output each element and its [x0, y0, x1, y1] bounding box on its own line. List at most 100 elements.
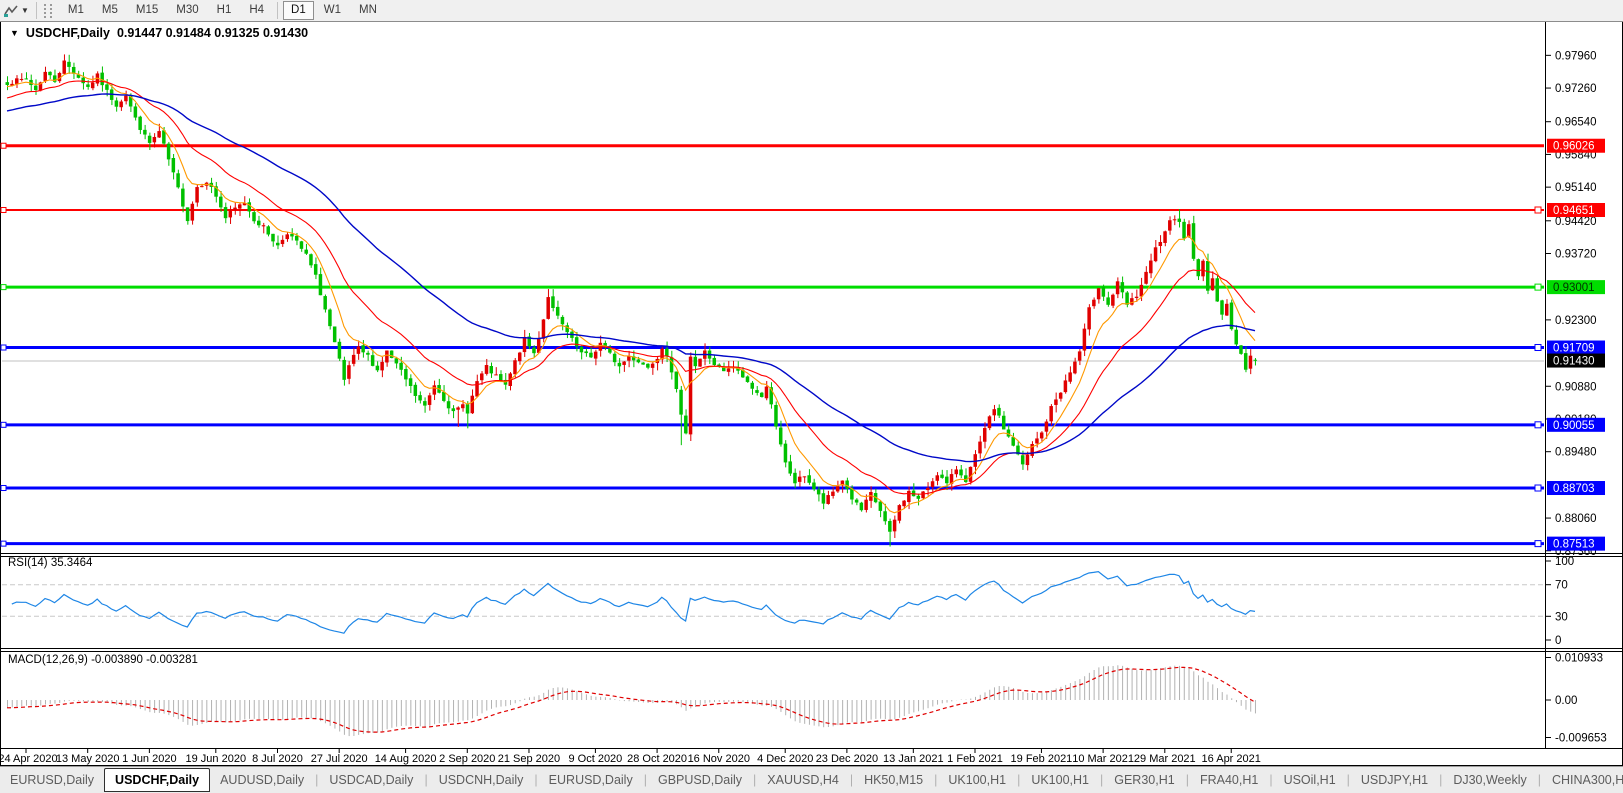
timeframe-button-w1[interactable]: W1 — [316, 1, 349, 20]
tab-gbpusd-daily[interactable]: GBPUSD,Daily — [648, 768, 752, 792]
timeframe-button-mn[interactable]: MN — [351, 1, 385, 20]
tab-ger30-h1[interactable]: GER30,H1 — [1104, 768, 1184, 792]
line-handle-left[interactable] — [1, 422, 6, 427]
rsi-tick-30: 30 — [1555, 611, 1568, 623]
svg-text:0.88703: 0.88703 — [1553, 483, 1595, 495]
date-label: 9 Oct 2020 — [568, 753, 622, 765]
date-label: 1 Feb 2021 — [947, 753, 1003, 765]
tab-hk50-m15[interactable]: HK50,M15 — [854, 768, 933, 792]
timeframe-button-d1[interactable]: D1 — [283, 1, 314, 20]
chart-title: ▼ USDCHF,Daily 0.91447 0.91484 0.91325 0… — [10, 26, 308, 40]
chevron-down-icon[interactable]: ▼ — [21, 6, 29, 15]
tab-audusd-daily[interactable]: AUDUSD,Daily — [210, 768, 314, 792]
price-tick-0.95140: 0.95140 — [1555, 182, 1597, 194]
rsi-indicator-label: RSI(14) 35.3464 — [8, 557, 92, 569]
rsi-tick-100: 100 — [1555, 556, 1574, 568]
macd-tick-0.010933: 0.010933 — [1555, 653, 1603, 665]
price-tick-0.97260: 0.97260 — [1555, 83, 1597, 95]
tab-fra40-h1[interactable]: FRA40,H1 — [1190, 768, 1268, 792]
timeframe-button-m5[interactable]: M5 — [94, 1, 126, 20]
timeframe-button-m1[interactable]: M1 — [60, 1, 92, 20]
symbol-tabbar: EURUSD,DailyUSDCHF,DailyAUDUSD,Daily|USD… — [0, 766, 1623, 793]
date-label: 24 Apr 2020 — [0, 753, 58, 765]
date-label: 10 Mar 2021 — [1072, 753, 1134, 765]
date-label: 19 Feb 2021 — [1011, 753, 1073, 765]
line-handle-right[interactable] — [1535, 422, 1541, 428]
toolbar: ▼ M1M5M15M30H1H4 D1W1MN — [0, 0, 1623, 22]
line-handle-left[interactable] — [1, 541, 6, 546]
tab-separator: | — [1439, 773, 1442, 787]
toolbar-grip[interactable] — [44, 4, 52, 18]
tab-usdjpy-h1[interactable]: USDJPY,H1 — [1351, 768, 1438, 792]
tab-separator: | — [1269, 773, 1272, 787]
tab-separator: | — [1347, 773, 1350, 787]
svg-text:0.96026: 0.96026 — [1553, 141, 1595, 153]
timeframe-button-m15[interactable]: M15 — [128, 1, 166, 20]
tab-separator: | — [424, 773, 427, 787]
tab-uk100-h1[interactable]: UK100,H1 — [1021, 768, 1099, 792]
line-handle-right[interactable] — [1535, 345, 1541, 351]
toolbar-separator — [277, 2, 278, 19]
date-label: 27 Jul 2020 — [311, 753, 368, 765]
date-label: 1 Jun 2020 — [122, 753, 176, 765]
tab-dj30-weekly[interactable]: DJ30,Weekly — [1443, 768, 1536, 792]
timeframe-button-h1[interactable]: H1 — [209, 1, 240, 20]
date-label: 13 Jan 2021 — [883, 753, 944, 765]
tab-china300-h1[interactable]: CHINA300,H1 — [1542, 768, 1623, 792]
toolbar-separator — [36, 2, 37, 19]
tab-separator: | — [753, 773, 756, 787]
collapse-icon[interactable]: ▼ — [10, 28, 19, 38]
tab-eurusd-daily[interactable]: EURUSD,Daily — [539, 768, 643, 792]
tab-separator: | — [1100, 773, 1103, 787]
line-handle-left[interactable] — [1, 486, 6, 491]
timeframe-button-h4[interactable]: H4 — [241, 1, 272, 20]
tab-xauusd-h4[interactable]: XAUUSD,H4 — [757, 768, 849, 792]
chart-canvas[interactable]: 0.979600.972600.965400.958400.951400.944… — [0, 0, 1623, 792]
line-handle-left[interactable] — [1, 208, 6, 213]
line-handle-right[interactable] — [1535, 485, 1541, 491]
svg-text:0.93001: 0.93001 — [1553, 282, 1595, 294]
svg-text:0.94651: 0.94651 — [1553, 205, 1595, 217]
price-tick-0.89480: 0.89480 — [1555, 447, 1597, 459]
tab-eurusd-daily[interactable]: EURUSD,Daily — [0, 768, 104, 792]
line-handle-right[interactable] — [1535, 284, 1541, 290]
line-handle-right[interactable] — [1535, 207, 1541, 213]
tab-usdcad-daily[interactable]: USDCAD,Daily — [319, 768, 423, 792]
timeframe-button-m30[interactable]: M30 — [168, 1, 206, 20]
tab-usdcnh-daily[interactable]: USDCNH,Daily — [429, 768, 534, 792]
chart-window-frame — [1, 22, 1623, 766]
price-tick-0.88060: 0.88060 — [1555, 513, 1597, 525]
draw-tool-icon[interactable] — [2, 3, 20, 19]
svg-text:0.91709: 0.91709 — [1553, 343, 1595, 355]
rsi-tick-0: 0 — [1555, 635, 1561, 647]
tab-separator: | — [644, 773, 647, 787]
line-handle-left[interactable] — [1, 285, 6, 290]
date-label: 2 Sep 2020 — [439, 753, 495, 765]
tab-uk100-h1[interactable]: UK100,H1 — [938, 768, 1016, 792]
svg-text:0.87513: 0.87513 — [1553, 539, 1595, 551]
date-label: 4 Dec 2020 — [757, 753, 813, 765]
tab-separator: | — [850, 773, 853, 787]
tab-separator: | — [315, 773, 318, 787]
rsi-tick-70: 70 — [1555, 580, 1568, 592]
macd-indicator-label: MACD(12,26,9) -0.003890 -0.003281 — [8, 654, 198, 666]
macd-tick--0.009653: -0.009653 — [1555, 733, 1607, 745]
tab-separator: | — [1538, 773, 1541, 787]
line-handle-left[interactable] — [1, 345, 6, 350]
date-label: 28 Oct 2020 — [627, 753, 687, 765]
price-tick-0.97960: 0.97960 — [1555, 50, 1597, 62]
line-handle-right[interactable] — [1535, 541, 1541, 547]
tab-usdchf-daily[interactable]: USDCHF,Daily — [104, 768, 210, 792]
tab-usoil-h1[interactable]: USOil,H1 — [1274, 768, 1346, 792]
price-tick-0.96540: 0.96540 — [1555, 117, 1597, 129]
price-tick-0.90880: 0.90880 — [1555, 381, 1597, 393]
line-handle-left[interactable] — [1, 143, 6, 148]
tab-separator: | — [534, 773, 537, 787]
price-tick-0.94420: 0.94420 — [1555, 216, 1597, 228]
tab-separator: | — [1017, 773, 1020, 787]
macd-tick-0.00: 0.00 — [1555, 695, 1577, 707]
svg-text:0.91430: 0.91430 — [1553, 356, 1595, 368]
tab-separator: | — [934, 773, 937, 787]
symbol-period-label: USDCHF,Daily — [26, 26, 110, 40]
date-label: 13 May 2020 — [56, 753, 120, 765]
